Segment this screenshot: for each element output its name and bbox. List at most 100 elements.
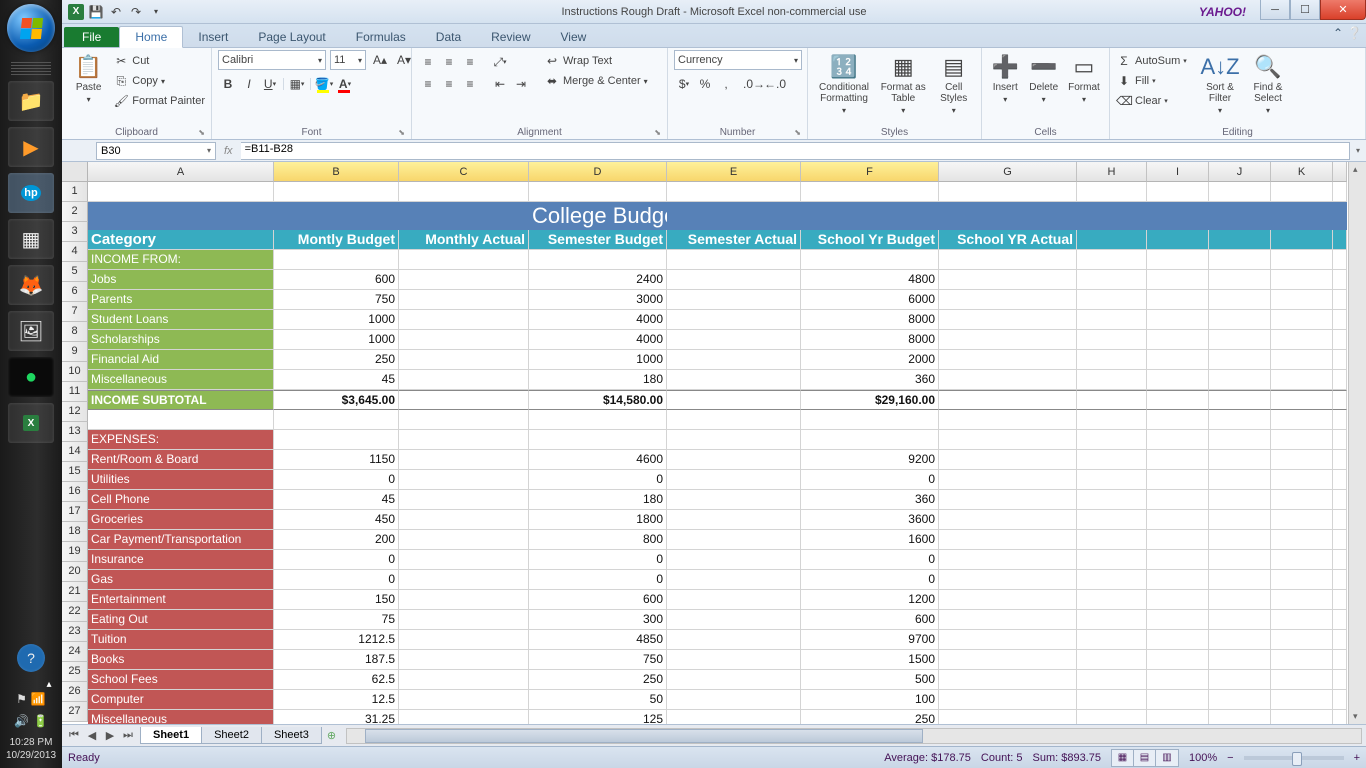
cell[interactable]: Tuition — [88, 630, 274, 650]
tab-page-layout[interactable]: Page Layout — [243, 27, 340, 47]
cell[interactable] — [1077, 430, 1147, 450]
row-header[interactable]: 13 — [62, 422, 88, 442]
cell[interactable] — [1271, 430, 1333, 450]
cell[interactable] — [667, 290, 801, 310]
row-header[interactable]: 16 — [62, 482, 88, 502]
cell[interactable] — [939, 710, 1077, 724]
cell[interactable] — [1209, 330, 1271, 350]
cell[interactable] — [667, 202, 801, 230]
conditional-formatting-button[interactable]: 🔢Conditional Formatting▾ — [814, 50, 874, 115]
format-painter-button[interactable]: 🖌Format Painter — [113, 92, 205, 110]
font-name-combo[interactable]: Calibri▾ — [218, 50, 326, 70]
cell[interactable]: 3000 — [529, 290, 667, 310]
cell[interactable] — [1271, 250, 1333, 270]
cell[interactable] — [1147, 270, 1209, 290]
cell[interactable] — [1077, 490, 1147, 510]
row-header[interactable]: 23 — [62, 622, 88, 642]
cell[interactable] — [1077, 710, 1147, 724]
excel-icon[interactable]: X — [68, 4, 84, 20]
cell[interactable]: INCOME FROM: — [88, 250, 274, 270]
zoom-in-button[interactable]: + — [1354, 752, 1360, 764]
cell[interactable]: Parents — [88, 290, 274, 310]
sheet-nav-next-icon[interactable]: ▶ — [102, 729, 118, 742]
cell[interactable]: Financial Aid — [88, 350, 274, 370]
cell[interactable]: 2000 — [801, 350, 939, 370]
cell[interactable]: $29,160.00 — [801, 390, 939, 410]
cell[interactable]: 9200 — [801, 450, 939, 470]
tab-home[interactable]: Home — [119, 26, 183, 48]
row-header[interactable]: 11 — [62, 382, 88, 402]
cell[interactable] — [667, 410, 801, 430]
cell[interactable] — [939, 650, 1077, 670]
cell[interactable] — [1271, 290, 1333, 310]
cell[interactable] — [399, 490, 529, 510]
decrease-decimal-button[interactable]: ←.0 — [765, 74, 785, 94]
cell[interactable] — [1271, 310, 1333, 330]
cell[interactable] — [939, 510, 1077, 530]
help-icon[interactable]: ❔ — [1347, 26, 1362, 40]
cell[interactable] — [529, 250, 667, 270]
cell[interactable]: Eating Out — [88, 610, 274, 630]
cell[interactable] — [1209, 710, 1271, 724]
cell[interactable] — [1147, 390, 1209, 410]
system-tray[interactable]: ⚑📶 🔊🔋 10:28 PM 10/29/2013 — [6, 692, 56, 768]
align-right-button[interactable]: ≡ — [460, 74, 480, 94]
align-top-button[interactable]: ≡ — [418, 52, 438, 72]
cell[interactable]: 62.5 — [274, 670, 399, 690]
delete-cells-button[interactable]: ➖Delete▾ — [1026, 50, 1060, 104]
cell[interactable]: Cell Phone — [88, 490, 274, 510]
column-header[interactable]: I — [1147, 162, 1209, 182]
cell-styles-button[interactable]: ▤Cell Styles▾ — [932, 50, 975, 115]
cell[interactable] — [667, 470, 801, 490]
file-tab[interactable]: File — [64, 27, 119, 47]
sheet-nav-prev-icon[interactable]: ◀ — [84, 729, 100, 742]
cell[interactable] — [667, 690, 801, 710]
row-header[interactable]: 26 — [62, 682, 88, 702]
bold-button[interactable]: B — [218, 74, 238, 94]
copy-button[interactable]: ⎘Copy▾ — [113, 72, 205, 90]
row-header[interactable]: 25 — [62, 662, 88, 682]
cell[interactable] — [801, 430, 939, 450]
fill-button[interactable]: ⬇Fill▾ — [1116, 72, 1194, 90]
cell[interactable] — [1077, 182, 1147, 202]
cell[interactable]: 450 — [274, 510, 399, 530]
cell[interactable]: School YR Actual — [939, 230, 1077, 250]
cell[interactable] — [1209, 530, 1271, 550]
row-header[interactable]: 19 — [62, 542, 88, 562]
cell[interactable] — [399, 430, 529, 450]
cell[interactable]: 500 — [801, 670, 939, 690]
redo-icon[interactable]: ↷ — [128, 4, 144, 20]
row-header[interactable]: 7 — [62, 302, 88, 322]
cell[interactable]: 360 — [801, 370, 939, 390]
zoom-out-button[interactable]: − — [1227, 752, 1233, 764]
cell[interactable]: 1500 — [801, 650, 939, 670]
cell[interactable] — [1147, 470, 1209, 490]
horizontal-scrollbar[interactable] — [346, 728, 1362, 744]
row-header[interactable]: 18 — [62, 522, 88, 542]
cell[interactable] — [399, 710, 529, 724]
row-header[interactable]: 22 — [62, 602, 88, 622]
sheet-tab-2[interactable]: Sheet2 — [201, 727, 262, 744]
cell[interactable] — [399, 630, 529, 650]
align-middle-button[interactable]: ≡ — [439, 52, 459, 72]
cell[interactable] — [1271, 370, 1333, 390]
cell[interactable] — [1271, 390, 1333, 410]
cell[interactable]: 6000 — [801, 290, 939, 310]
cell[interactable] — [939, 202, 1077, 230]
cell[interactable] — [399, 450, 529, 470]
cell[interactable] — [1147, 230, 1209, 250]
cell[interactable] — [939, 182, 1077, 202]
cell[interactable] — [1209, 430, 1271, 450]
cell[interactable] — [667, 430, 801, 450]
cell[interactable]: 0 — [529, 570, 667, 590]
cell[interactable]: School Fees — [88, 670, 274, 690]
cell[interactable] — [399, 410, 529, 430]
cell[interactable]: 360 — [801, 490, 939, 510]
cell[interactable]: Montly Budget — [274, 230, 399, 250]
cell[interactable] — [1077, 310, 1147, 330]
cell[interactable]: 1000 — [274, 330, 399, 350]
row-header[interactable]: 10 — [62, 362, 88, 382]
cell[interactable]: 0 — [274, 570, 399, 590]
cell[interactable] — [667, 250, 801, 270]
cell[interactable]: 300 — [529, 610, 667, 630]
